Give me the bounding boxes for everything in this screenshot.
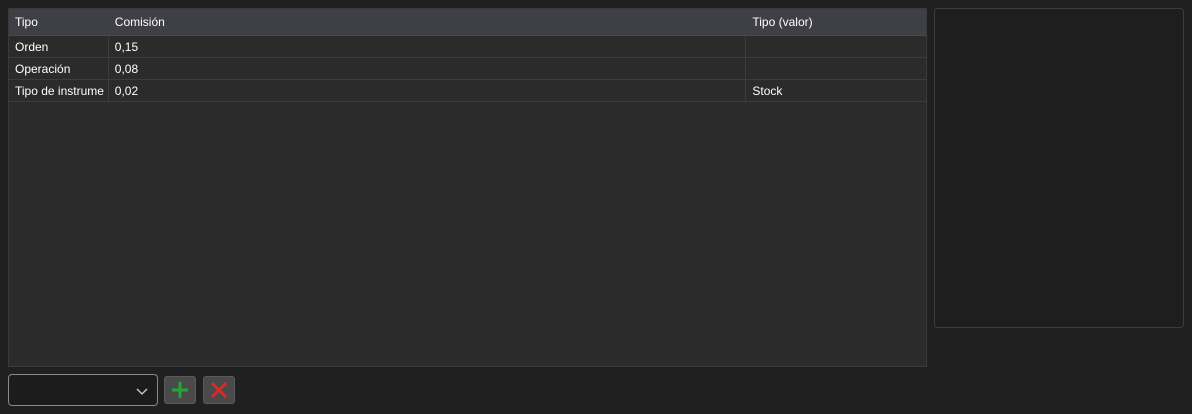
table-row[interactable]: Tipo de instrume 0,02 Stock [9, 80, 926, 102]
add-button[interactable] [164, 376, 196, 404]
type-select[interactable] [8, 374, 158, 406]
x-icon [210, 381, 228, 399]
grid-header: Tipo Comisión Tipo (valor) [9, 9, 926, 36]
plus-icon [172, 382, 188, 398]
detail-panel [934, 8, 1184, 328]
cell-comision[interactable]: 0,08 [109, 58, 747, 79]
column-header-tipo-valor[interactable]: Tipo (valor) [746, 9, 926, 35]
cell-tipo[interactable]: Operación [9, 58, 109, 79]
cell-tipo-valor[interactable] [746, 36, 926, 57]
cell-tipo[interactable]: Tipo de instrume [9, 80, 109, 101]
cell-comision[interactable]: 0,15 [109, 36, 747, 57]
cell-tipo[interactable]: Orden [9, 36, 109, 57]
table-row[interactable]: Operación 0,08 [9, 58, 926, 80]
cell-tipo-valor[interactable] [746, 58, 926, 79]
delete-button[interactable] [203, 376, 235, 404]
column-header-tipo[interactable]: Tipo [9, 9, 109, 35]
chevron-down-icon [136, 388, 148, 395]
cell-comision[interactable]: 0,02 [109, 80, 747, 101]
column-header-comision[interactable]: Comisión [109, 9, 747, 35]
table-row[interactable]: Orden 0,15 [9, 36, 926, 58]
cell-tipo-valor[interactable]: Stock [746, 80, 926, 101]
commission-grid[interactable]: Tipo Comisión Tipo (valor) Orden 0,15 Op… [8, 8, 927, 367]
